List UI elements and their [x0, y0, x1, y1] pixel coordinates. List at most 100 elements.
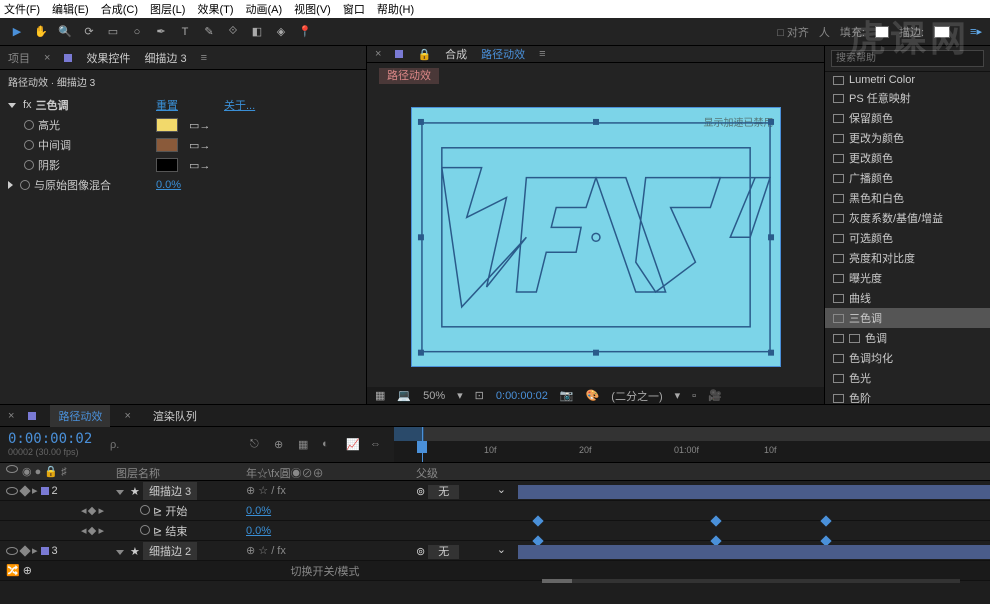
- fx-item-15[interactable]: 色光: [825, 368, 990, 388]
- snap-toggle[interactable]: □ 对齐: [777, 24, 809, 40]
- roto-tool-icon[interactable]: ◈: [272, 23, 290, 41]
- menu-window[interactable]: 窗口: [343, 1, 365, 17]
- fx-item-2[interactable]: 保留颜色: [825, 108, 990, 128]
- shadows-swatch[interactable]: [156, 158, 178, 172]
- snap-icon[interactable]: ⇔: [370, 438, 384, 452]
- layer-row[interactable]: ▸ 3 ★ 细描边 2⊕ ☆ / fx⊚ 无 ⌄: [0, 541, 990, 561]
- blend-value[interactable]: 0.0%: [156, 179, 181, 191]
- fx-search-input[interactable]: [831, 50, 984, 67]
- project-tab[interactable]: 项目: [8, 50, 30, 66]
- highlights-swatch[interactable]: [156, 118, 178, 132]
- color-mgmt-icon[interactable]: 🎨: [586, 389, 600, 402]
- menu-comp[interactable]: 合成(C): [101, 1, 138, 17]
- about-link[interactable]: 关于...: [224, 97, 255, 113]
- hand-tool-icon[interactable]: ✋: [32, 23, 50, 41]
- toggle-switches-icon[interactable]: 🔀 ⊕: [6, 564, 32, 577]
- fx-item-13[interactable]: 色调: [825, 328, 990, 348]
- display-icon[interactable]: 💻: [397, 389, 411, 402]
- fx-item-5[interactable]: 广播颜色: [825, 168, 990, 188]
- visibility-icon[interactable]: [6, 487, 18, 495]
- viewer-time[interactable]: 0:00:00:02: [496, 390, 548, 402]
- fx-item-8[interactable]: 可选颜色: [825, 228, 990, 248]
- menu-layer[interactable]: 图层(L): [150, 1, 185, 17]
- lock-icon[interactable]: 🔒: [417, 48, 431, 61]
- brush-tool-icon[interactable]: ✎: [200, 23, 218, 41]
- frame-blend-icon[interactable]: ▦: [298, 438, 312, 452]
- menu-help[interactable]: 帮助(H): [377, 1, 414, 17]
- fx-item-3[interactable]: 更改为颜色: [825, 128, 990, 148]
- shy-icon[interactable]: ⊕: [274, 438, 288, 452]
- parent-dropdown[interactable]: 无 ⌄: [428, 485, 459, 499]
- zoom-value[interactable]: 50%: [423, 390, 445, 402]
- fx-item-11[interactable]: 曲线: [825, 288, 990, 308]
- timeline-tab-2[interactable]: 渲染队列: [145, 405, 205, 427]
- graph-icon[interactable]: 📈: [346, 438, 360, 452]
- stopwatch-icon[interactable]: [24, 160, 34, 170]
- layer-row[interactable]: ▸ 2 ★ 细描边 3⊕ ☆ / fx⊚ 无 ⌄: [0, 481, 990, 501]
- zoom-tool-icon[interactable]: 🔍: [56, 23, 74, 41]
- eraser-tool-icon[interactable]: ◧: [248, 23, 266, 41]
- fx-item-9[interactable]: 亮度和对比度: [825, 248, 990, 268]
- stopwatch-icon[interactable]: [140, 505, 150, 515]
- layer-name[interactable]: 细描边 2: [143, 542, 197, 560]
- effects-tab[interactable]: 效果控件: [86, 50, 130, 66]
- region-icon[interactable]: ⊡: [475, 389, 484, 402]
- layer-duration-bar[interactable]: [518, 485, 990, 499]
- layer-color-tag[interactable]: [41, 547, 49, 555]
- text-tool-icon[interactable]: T: [176, 23, 194, 41]
- rect-tool-icon[interactable]: ▭: [104, 23, 122, 41]
- snapshot-icon[interactable]: 📷: [560, 389, 574, 402]
- comp-name[interactable]: 路径动效: [481, 46, 525, 62]
- parent-pickwhip-icon[interactable]: ⊚: [416, 546, 425, 558]
- resolution-value[interactable]: (二分之一): [611, 388, 662, 404]
- fx-item-0[interactable]: Lumetri Color: [825, 72, 990, 88]
- menu-file[interactable]: 文件(F): [4, 1, 40, 17]
- menu-anim[interactable]: 动画(A): [246, 1, 283, 17]
- motion-blur-icon[interactable]: ◐: [322, 438, 336, 452]
- keyframe-nav-icon[interactable]: [19, 485, 30, 496]
- stroke-swatch[interactable]: [934, 26, 950, 38]
- fx-item-16[interactable]: 色阶: [825, 388, 990, 404]
- time-ruler[interactable]: 10f 20f 01:00f 10f: [394, 427, 990, 462]
- layer-color-tag[interactable]: [41, 487, 49, 495]
- clone-tool-icon[interactable]: ⟐: [224, 23, 242, 41]
- stopwatch-icon[interactable]: [20, 180, 30, 190]
- parent-pickwhip-icon[interactable]: ⊚: [416, 486, 425, 498]
- menu-edit[interactable]: 编辑(E): [52, 1, 89, 17]
- orbit-tool-icon[interactable]: ⟳: [80, 23, 98, 41]
- parent-dropdown[interactable]: 无 ⌄: [428, 545, 459, 559]
- fill-swatch[interactable]: [875, 26, 889, 38]
- midtones-swatch[interactable]: [156, 138, 178, 152]
- menu-effect[interactable]: 效果(T): [197, 1, 233, 17]
- selection-tool-icon[interactable]: ▶: [8, 23, 26, 41]
- prop-value[interactable]: 0.0%: [246, 505, 271, 517]
- visibility-icon[interactable]: [6, 547, 18, 555]
- add-keyframe-icon[interactable]: [88, 506, 96, 514]
- stopwatch-icon[interactable]: [140, 525, 150, 535]
- fx-item-10[interactable]: 曝光度: [825, 268, 990, 288]
- add-keyframe-icon[interactable]: [88, 526, 96, 534]
- comp-mini-icon[interactable]: ⎋: [250, 438, 264, 452]
- effects-layer[interactable]: 细描边 3: [144, 50, 186, 66]
- layer-search[interactable]: [110, 439, 190, 451]
- effect-tritone[interactable]: 三色调: [36, 97, 69, 113]
- stopwatch-icon[interactable]: [24, 120, 34, 130]
- menu-view[interactable]: 视图(V): [294, 1, 331, 17]
- stopwatch-icon[interactable]: [24, 140, 34, 150]
- reset-link[interactable]: 重置: [156, 97, 178, 113]
- toggle-modes[interactable]: 切换开关/模式: [240, 561, 410, 581]
- keyframe-nav-icon[interactable]: [19, 545, 30, 556]
- view-3d-icon[interactable]: 🎥: [708, 389, 722, 402]
- composition-canvas[interactable]: 显示加速已禁用: [411, 107, 781, 367]
- puppet-tool-icon[interactable]: 📍: [296, 23, 314, 41]
- prop-value[interactable]: 0.0%: [246, 525, 271, 537]
- layer-duration-bar[interactable]: [518, 545, 990, 559]
- timeline-tab-1[interactable]: 路径动效: [50, 405, 110, 427]
- fx-item-12[interactable]: 三色调: [825, 308, 990, 328]
- pen-tool-icon[interactable]: ✒: [152, 23, 170, 41]
- fx-item-7[interactable]: 灰度系数/基值/增益: [825, 208, 990, 228]
- view-icon[interactable]: ▫: [692, 390, 696, 402]
- comp-badge[interactable]: 路径动效: [379, 68, 439, 84]
- grid-icon[interactable]: ▦: [375, 389, 385, 402]
- timecode[interactable]: 0:00:00:02: [8, 431, 102, 447]
